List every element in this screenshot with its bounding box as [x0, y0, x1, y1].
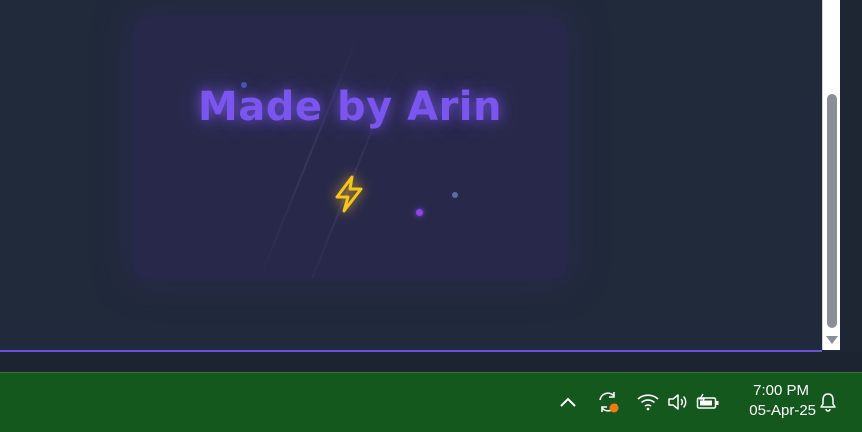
scroll-down-arrow-icon[interactable]: [826, 336, 838, 344]
bell-icon[interactable]: [815, 387, 841, 417]
credit-card-panel: Made by Arin: [133, 17, 567, 279]
vertical-scrollbar[interactable]: [822, 0, 841, 350]
particle-dot: [416, 209, 423, 216]
page-content: Made by Arin: [0, 0, 822, 352]
desktop-gap: [0, 352, 862, 372]
sync-icon[interactable]: [594, 387, 622, 417]
taskbar: 7:00 PM 05-Apr-25: [0, 372, 862, 432]
chevron-up-icon[interactable]: [555, 387, 581, 417]
wifi-icon[interactable]: [635, 387, 661, 417]
system-clock[interactable]: 7:00 PM 05-Apr-25: [730, 381, 816, 425]
scrollbar-thumb[interactable]: [827, 94, 837, 328]
particle-dot: [452, 192, 458, 198]
volume-icon[interactable]: [664, 387, 690, 417]
app-window: Made by Arin: [0, 0, 842, 352]
battery-icon[interactable]: [694, 387, 722, 417]
window-frame-edge: [840, 0, 862, 362]
decorative-streak: [259, 36, 359, 278]
lightning-bolt-icon: [335, 175, 363, 213]
clock-date: 05-Apr-25: [749, 402, 816, 419]
credit-title: Made by Arin: [198, 84, 502, 130]
clock-time: 7:00 PM: [753, 382, 809, 399]
